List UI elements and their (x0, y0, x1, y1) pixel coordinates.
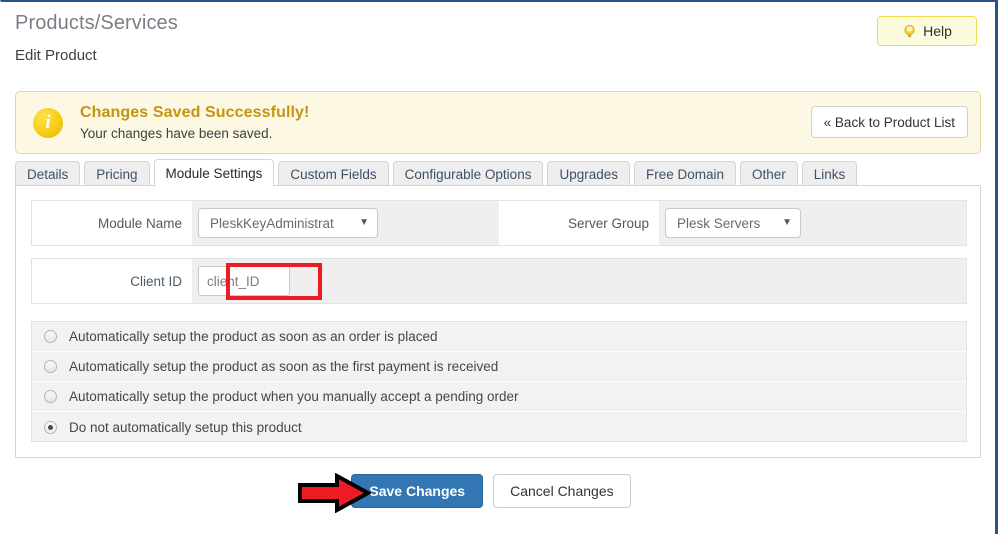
page-subtitle: Edit Product (15, 47, 97, 64)
client-id-row: Client ID client_ID (31, 258, 967, 304)
radio-row-manual-accept[interactable]: Automatically setup the product when you… (32, 382, 966, 412)
tab-bar: Details Pricing Module Settings Custom F… (15, 159, 858, 186)
tab-links[interactable]: Links (801, 161, 858, 186)
radio-icon-selected[interactable] (44, 420, 57, 434)
browser-viewport: Products/Services Edit Product Help i Ch… (0, 0, 998, 534)
page-header: Products/Services Edit Product (15, 10, 178, 67)
tab-free-domain[interactable]: Free Domain (634, 161, 737, 186)
server-group-value: Plesk Servers (677, 215, 761, 231)
radio-icon[interactable] (44, 330, 57, 343)
auto-setup-options-list: Automatically setup the product as soon … (31, 321, 967, 442)
tab-custom-fields[interactable]: Custom Fields (278, 161, 389, 186)
back-to-product-list-button[interactable]: « Back to Product List (810, 106, 968, 138)
radio-icon[interactable] (44, 390, 57, 403)
alert-title: Changes Saved Successfully! (80, 104, 310, 121)
save-changes-button[interactable]: Save Changes (351, 474, 484, 508)
server-group-group: Server Group Plesk Servers ▼ (499, 201, 966, 245)
radio-row-order-placed[interactable]: Automatically setup the product as soon … (32, 322, 966, 352)
chevron-down-icon: ▼ (782, 217, 792, 228)
module-name-select[interactable]: PleskKeyAdministrat ▼ (198, 208, 378, 238)
success-alert: i Changes Saved Successfully! Your chang… (15, 91, 981, 154)
chevron-down-icon: ▼ (359, 217, 369, 228)
tab-other[interactable]: Other (740, 161, 798, 186)
info-icon-glyph: i (45, 111, 51, 133)
client-id-cell: client_ID (192, 259, 966, 303)
module-name-label: Module Name (97, 215, 182, 231)
tab-module-settings[interactable]: Module Settings (153, 159, 275, 186)
client-id-input[interactable]: client_ID (198, 266, 290, 296)
cancel-changes-button[interactable]: Cancel Changes (493, 474, 631, 508)
radio-label: Do not automatically setup this product (69, 419, 302, 435)
radio-label: Automatically setup the product as soon … (69, 329, 438, 344)
radio-label: Automatically setup the product when you… (69, 389, 519, 404)
module-name-cell: PleskKeyAdministrat ▼ (192, 201, 499, 245)
alert-message: Your changes have been saved. (80, 126, 273, 141)
server-group-label: Server Group (567, 215, 649, 231)
tab-configurable-options[interactable]: Configurable Options (392, 161, 544, 186)
radio-label: Automatically setup the product as soon … (69, 359, 499, 374)
tab-pricing[interactable]: Pricing (84, 161, 150, 186)
lightbulb-icon (902, 24, 917, 39)
tab-upgrades[interactable]: Upgrades (547, 161, 630, 186)
module-name-group: Module Name PleskKeyAdministrat ▼ (32, 201, 499, 245)
form-actions: Save Changes Cancel Changes (1, 474, 981, 508)
module-name-row: Module Name PleskKeyAdministrat ▼ Server… (31, 200, 967, 246)
tab-details[interactable]: Details (15, 161, 81, 186)
server-group-select[interactable]: Plesk Servers ▼ (665, 208, 801, 238)
client-id-label: Client ID (130, 273, 182, 289)
radio-row-first-payment[interactable]: Automatically setup the product as soon … (32, 352, 966, 382)
page-title: Products/Services (15, 12, 178, 34)
module-name-value: PleskKeyAdministrat (210, 215, 334, 231)
radio-icon[interactable] (44, 360, 57, 373)
help-button-label: Help (923, 23, 952, 39)
radio-row-no-auto-setup[interactable]: Do not automatically setup this product (32, 412, 966, 441)
info-circle-icon: i (33, 108, 63, 138)
module-settings-panel: Module Name PleskKeyAdministrat ▼ Server… (15, 185, 981, 458)
server-group-cell: Plesk Servers ▼ (659, 201, 966, 245)
help-button[interactable]: Help (877, 16, 977, 46)
